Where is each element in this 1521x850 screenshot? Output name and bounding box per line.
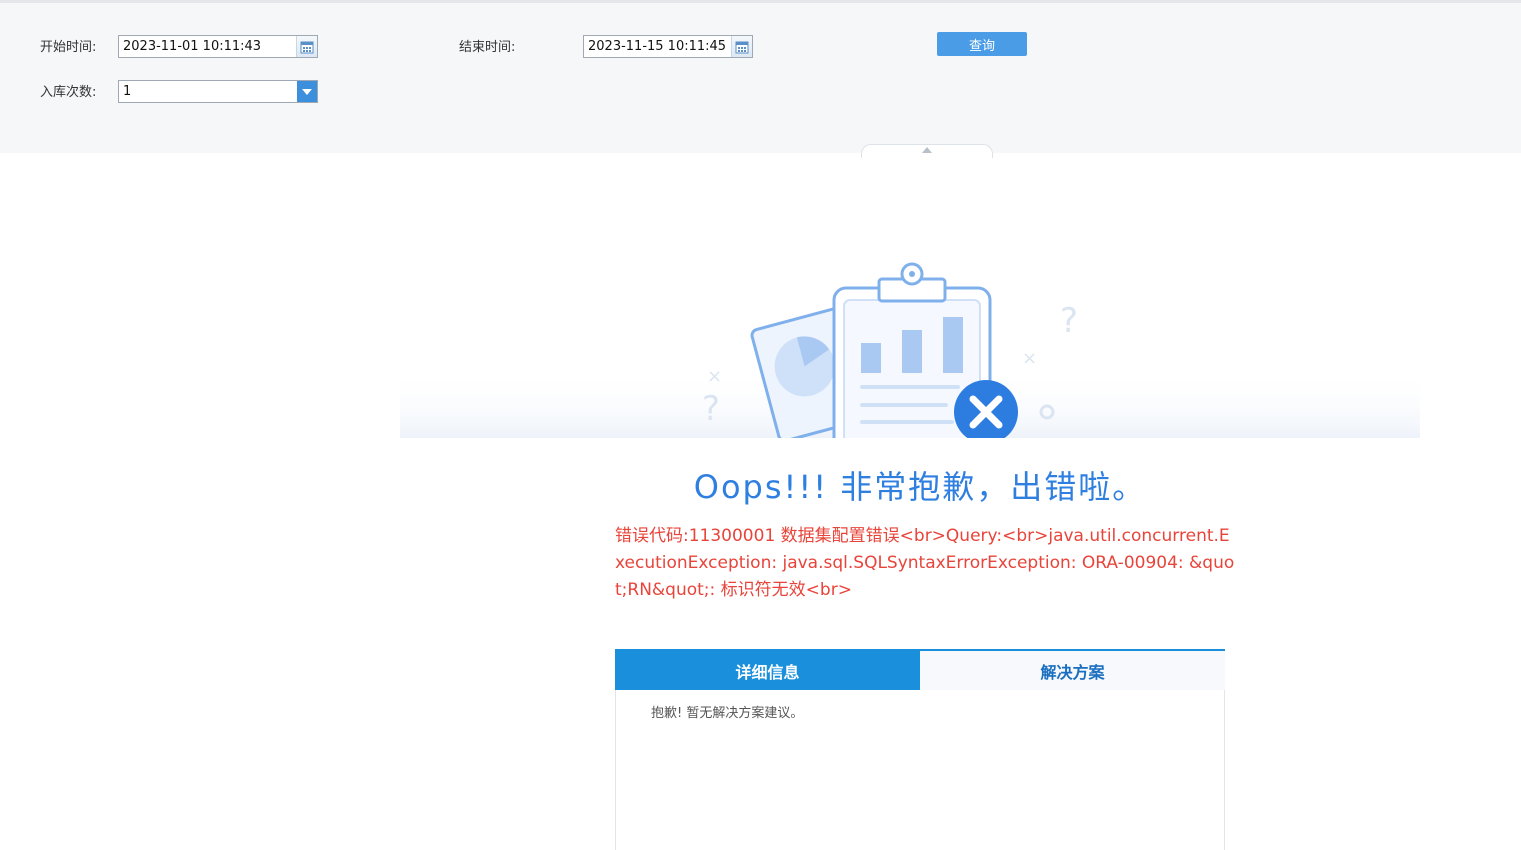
count-select[interactable]: 1 — [118, 80, 318, 103]
collapse-panel-tab[interactable] — [861, 144, 993, 158]
tab-solution[interactable]: 解决方案 — [920, 651, 1225, 690]
start-time-field[interactable]: 2023-11-01 10:11:43 — [118, 35, 318, 58]
tab-panel: 抱歉! 暂无解决方案建议。 — [615, 690, 1225, 850]
error-x-icon — [954, 380, 1018, 444]
dropdown-arrow-icon[interactable] — [297, 81, 317, 102]
end-time-field[interactable]: 2023-11-15 10:11:45 — [583, 35, 753, 58]
svg-text:×: × — [707, 366, 722, 387]
clipboard-chart-illustration: ? ? × × — [400, 262, 1420, 445]
svg-text:?: ? — [1060, 301, 1078, 341]
tab-details[interactable]: 详细信息 — [615, 651, 920, 690]
error-message: 错误代码:11300001 数据集配置错误<br>Query:<br>java.… — [615, 526, 1235, 600]
start-time-label: 开始时间: — [40, 40, 97, 55]
svg-text:?: ? — [702, 389, 720, 429]
solution-text: 抱歉! 暂无解决方案建议。 — [651, 706, 804, 721]
calendar-icon[interactable] — [731, 36, 752, 57]
count-label: 入库次数: — [40, 85, 97, 100]
count-value[interactable]: 1 — [119, 81, 297, 102]
start-time-value[interactable]: 2023-11-01 10:11:43 — [119, 36, 296, 57]
collapse-arrow-icon — [922, 147, 932, 153]
svg-text:×: × — [1022, 348, 1037, 369]
calendar-icon[interactable] — [296, 36, 317, 57]
error-tabs: 详细信息 解决方案 — [615, 649, 1225, 690]
parameter-panel: 开始时间: 2023-11-01 10:11:43 结束时间: 2023-11-… — [0, 0, 1521, 158]
end-time-value[interactable]: 2023-11-15 10:11:45 — [584, 36, 731, 57]
error-title: Oops!!! 非常抱歉，出错啦。 — [693, 468, 1147, 506]
end-time-label: 结束时间: — [459, 40, 516, 55]
query-button[interactable]: 查询 — [937, 32, 1027, 56]
